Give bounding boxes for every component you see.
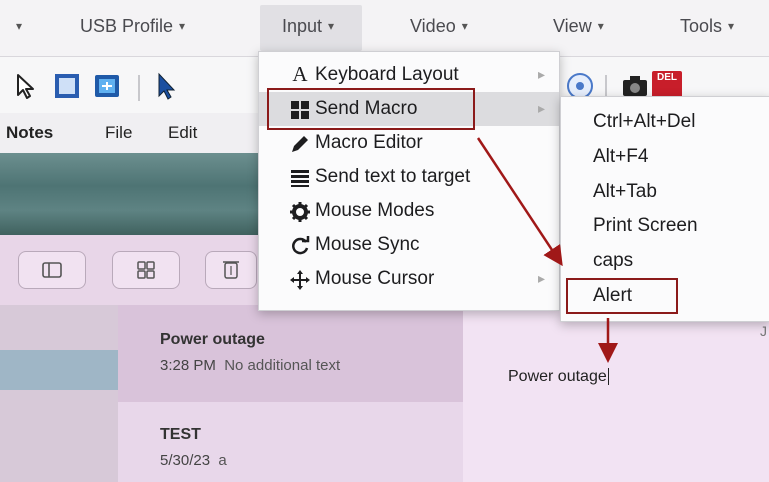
arrow-to-alert [476, 137, 563, 267]
annotation-arrows [476, 137, 618, 363]
